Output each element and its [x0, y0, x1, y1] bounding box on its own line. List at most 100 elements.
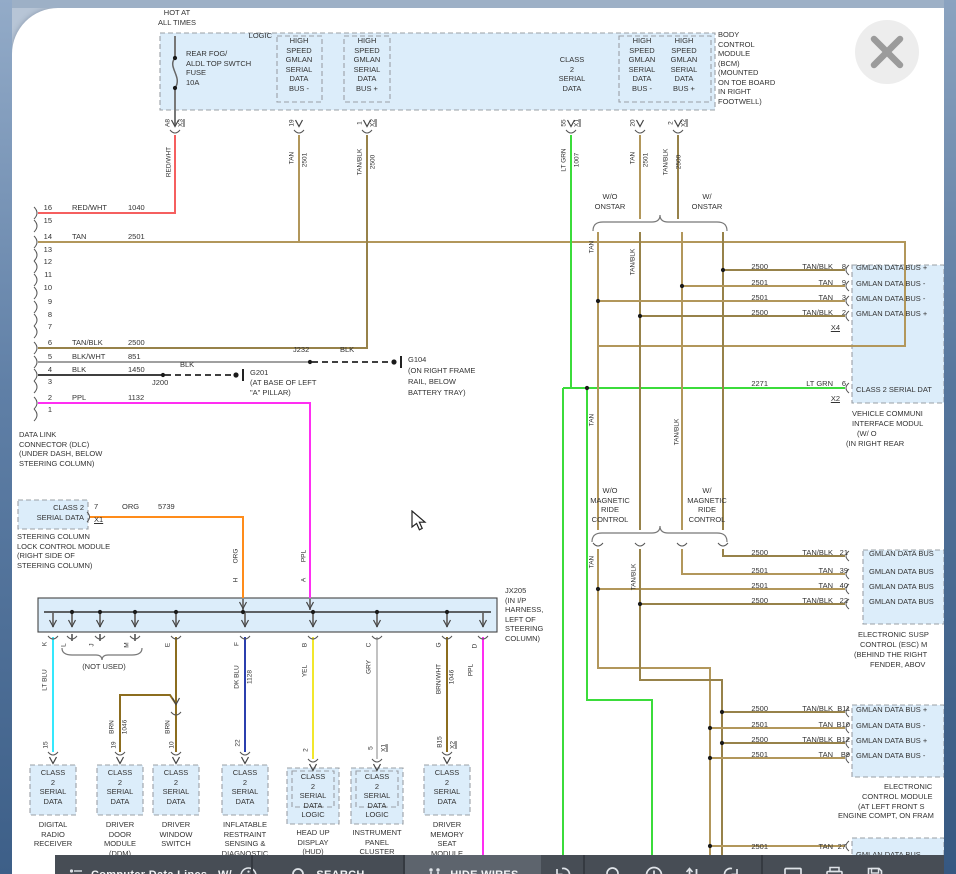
- diagram-label: 2501: [751, 720, 768, 730]
- diagram-label: 15: [44, 216, 52, 226]
- diagram-label: DATA LINK CONNECTOR (DLC) (UNDER DASH, B…: [19, 430, 102, 468]
- diagram-label: BLK: [180, 360, 194, 370]
- diagram-label: ELECTRONIC SUSP: [858, 630, 929, 640]
- close-button[interactable]: [855, 20, 919, 84]
- diagram-label: GMLAN DATA BUS: [869, 597, 934, 607]
- hide-wires-button[interactable]: HIDE WIRES: [405, 855, 541, 874]
- diagram-label: HIGH SPEED GMLAN SERIAL DATA BUS -: [286, 36, 313, 93]
- diagram-label: A8: [165, 119, 172, 127]
- diagram-label: TAN: [289, 152, 296, 165]
- diagram-label: 8: [48, 310, 52, 320]
- diagram-label: 10: [169, 741, 176, 748]
- diagram-label: B: [302, 643, 309, 647]
- diagram-canvas[interactable]: HOT AT ALL TIMESLOGICHIGH SPEED GMLAN SE…: [12, 8, 944, 874]
- diagram-label: TAN/BLK: [802, 735, 833, 745]
- diagram-label: BLK: [340, 345, 354, 355]
- diagram-label: 2501: [751, 278, 768, 288]
- diagram-label: CLASS 2 SERIAL DATA: [107, 768, 134, 806]
- diagram-label: X2: [681, 119, 688, 127]
- diagram-label: 15: [43, 741, 50, 748]
- diagram-label: CLASS 2 SERIAL DATA: [559, 55, 586, 93]
- diagram-label: INFLATABLE RESTRAINT SENSING & DIAGNOSTI…: [222, 820, 269, 858]
- diagram-label: 9: [842, 278, 846, 288]
- diagram-label: X3: [178, 119, 185, 127]
- monitor-icon[interactable]: [783, 866, 803, 874]
- diagram-label: TAN: [589, 241, 596, 254]
- diagram-label: 20: [630, 119, 637, 126]
- zoom-icon[interactable]: [605, 866, 623, 874]
- diagram-label: JX205 (IN I/P HARNESS, LEFT OF STEERING …: [505, 586, 543, 643]
- diagram-label: W/O ONSTAR: [595, 192, 626, 211]
- compare-icon[interactable]: [685, 866, 701, 874]
- search-label: SEARCH: [316, 869, 364, 874]
- save-icon[interactable]: [866, 866, 884, 874]
- diagram-label: C: [366, 643, 373, 648]
- diagram-label: RED/WHT: [166, 147, 173, 177]
- diagram-label: B10: [837, 720, 850, 730]
- diagram-label: H: [233, 578, 240, 583]
- diagram-label: 2500: [370, 155, 377, 169]
- diagram-label: PPL: [301, 550, 308, 562]
- diagram-label: TAN: [819, 581, 833, 591]
- diagram-label: CONTROL MODULE: [862, 792, 933, 802]
- diagram-label: 851: [128, 352, 141, 362]
- diagram-label: TAN: [72, 232, 86, 242]
- diagram-label: 2501: [128, 232, 145, 242]
- diagram-label: GMLAN DATA BUS -: [856, 721, 925, 731]
- diagram-label: 1040: [128, 203, 145, 213]
- diagram-label: DRIVER DOOR MODULE (DDM): [104, 820, 136, 858]
- diagram-label: ORG: [233, 549, 240, 564]
- diagram-label: 8: [842, 262, 846, 272]
- diagram-label: D: [472, 644, 479, 649]
- diagram-label: BRN: [165, 720, 172, 734]
- redo-icon[interactable]: [723, 866, 741, 874]
- diagram-label: W/ MAGNETIC RIDE CONTROL: [687, 486, 727, 524]
- diagram-label: 1007: [574, 153, 581, 167]
- diagram-label: X1: [574, 119, 581, 127]
- diagram-label: CLASS 2 SERIAL DATA: [232, 768, 259, 806]
- print-icon[interactable]: [825, 866, 844, 874]
- diagram-label: GMLAN DATA BUS +: [856, 263, 927, 273]
- diagram-label: J: [89, 643, 96, 646]
- diagram-label: 2500: [751, 262, 768, 272]
- diagram-label: TAN/BLK: [357, 149, 364, 176]
- diagram-label: 2501: [751, 293, 768, 303]
- wire-lines-icon: [69, 868, 83, 874]
- diagram-label: X2: [831, 394, 840, 404]
- diagram-label: TAN: [819, 750, 833, 760]
- diagram-label: X4: [831, 323, 840, 333]
- diagram-label: TAN/BLK: [72, 338, 103, 348]
- diagram-label: GMLAN DATA BUS -: [856, 294, 925, 304]
- diagram-label: 12: [44, 257, 52, 267]
- search-icon: [291, 867, 308, 874]
- diagram-label: W/O MAGNETIC RIDE CONTROL: [590, 486, 630, 524]
- window-edge-left: [0, 0, 12, 874]
- data-lines-section[interactable]: Computer Data Lines - W/: [55, 855, 251, 874]
- diagram-label: 2: [303, 748, 310, 752]
- diagram-label: ELECTRONIC: [884, 782, 932, 792]
- diagram-label: CLASS 2 SERIAL DATA: [40, 768, 67, 806]
- diagram-label: 2: [842, 308, 846, 318]
- diagram-label: DRIVER WINDOW SWITCH: [160, 820, 193, 849]
- diagram-label: TAN/BLK: [802, 548, 833, 558]
- diagram-label: A: [301, 578, 308, 582]
- window-edge-right: [944, 0, 956, 874]
- diagram-label: 9: [48, 297, 52, 307]
- diagram-label: PPL: [72, 393, 86, 403]
- history-icon[interactable]: [645, 866, 663, 874]
- diagram-label: 5739: [158, 502, 175, 512]
- diagram-label: TAN/BLK: [674, 419, 681, 446]
- search-button[interactable]: SEARCH: [253, 855, 403, 874]
- diagram-label: 3: [842, 293, 846, 303]
- diagram-label: DRIVER MEMORY SEAT MODULE: [430, 820, 464, 858]
- diagram-label: 1046: [449, 670, 456, 684]
- diagram-label: (NOT USED): [82, 662, 126, 672]
- diagram-label: GMLAN DATA BUS +: [856, 736, 927, 746]
- diagram-label: LT BLU: [42, 669, 49, 690]
- undo-icon[interactable]: [553, 866, 571, 874]
- diagram-label: FENDER, ABOV: [870, 660, 925, 670]
- diagram-label: 39: [840, 566, 848, 576]
- screenshot-root: { "window": {"close_label": "close"}, "t…: [0, 0, 956, 874]
- diagram-label: GMLAN DATA BUS -: [856, 751, 925, 761]
- diagram-label: 4: [48, 365, 52, 375]
